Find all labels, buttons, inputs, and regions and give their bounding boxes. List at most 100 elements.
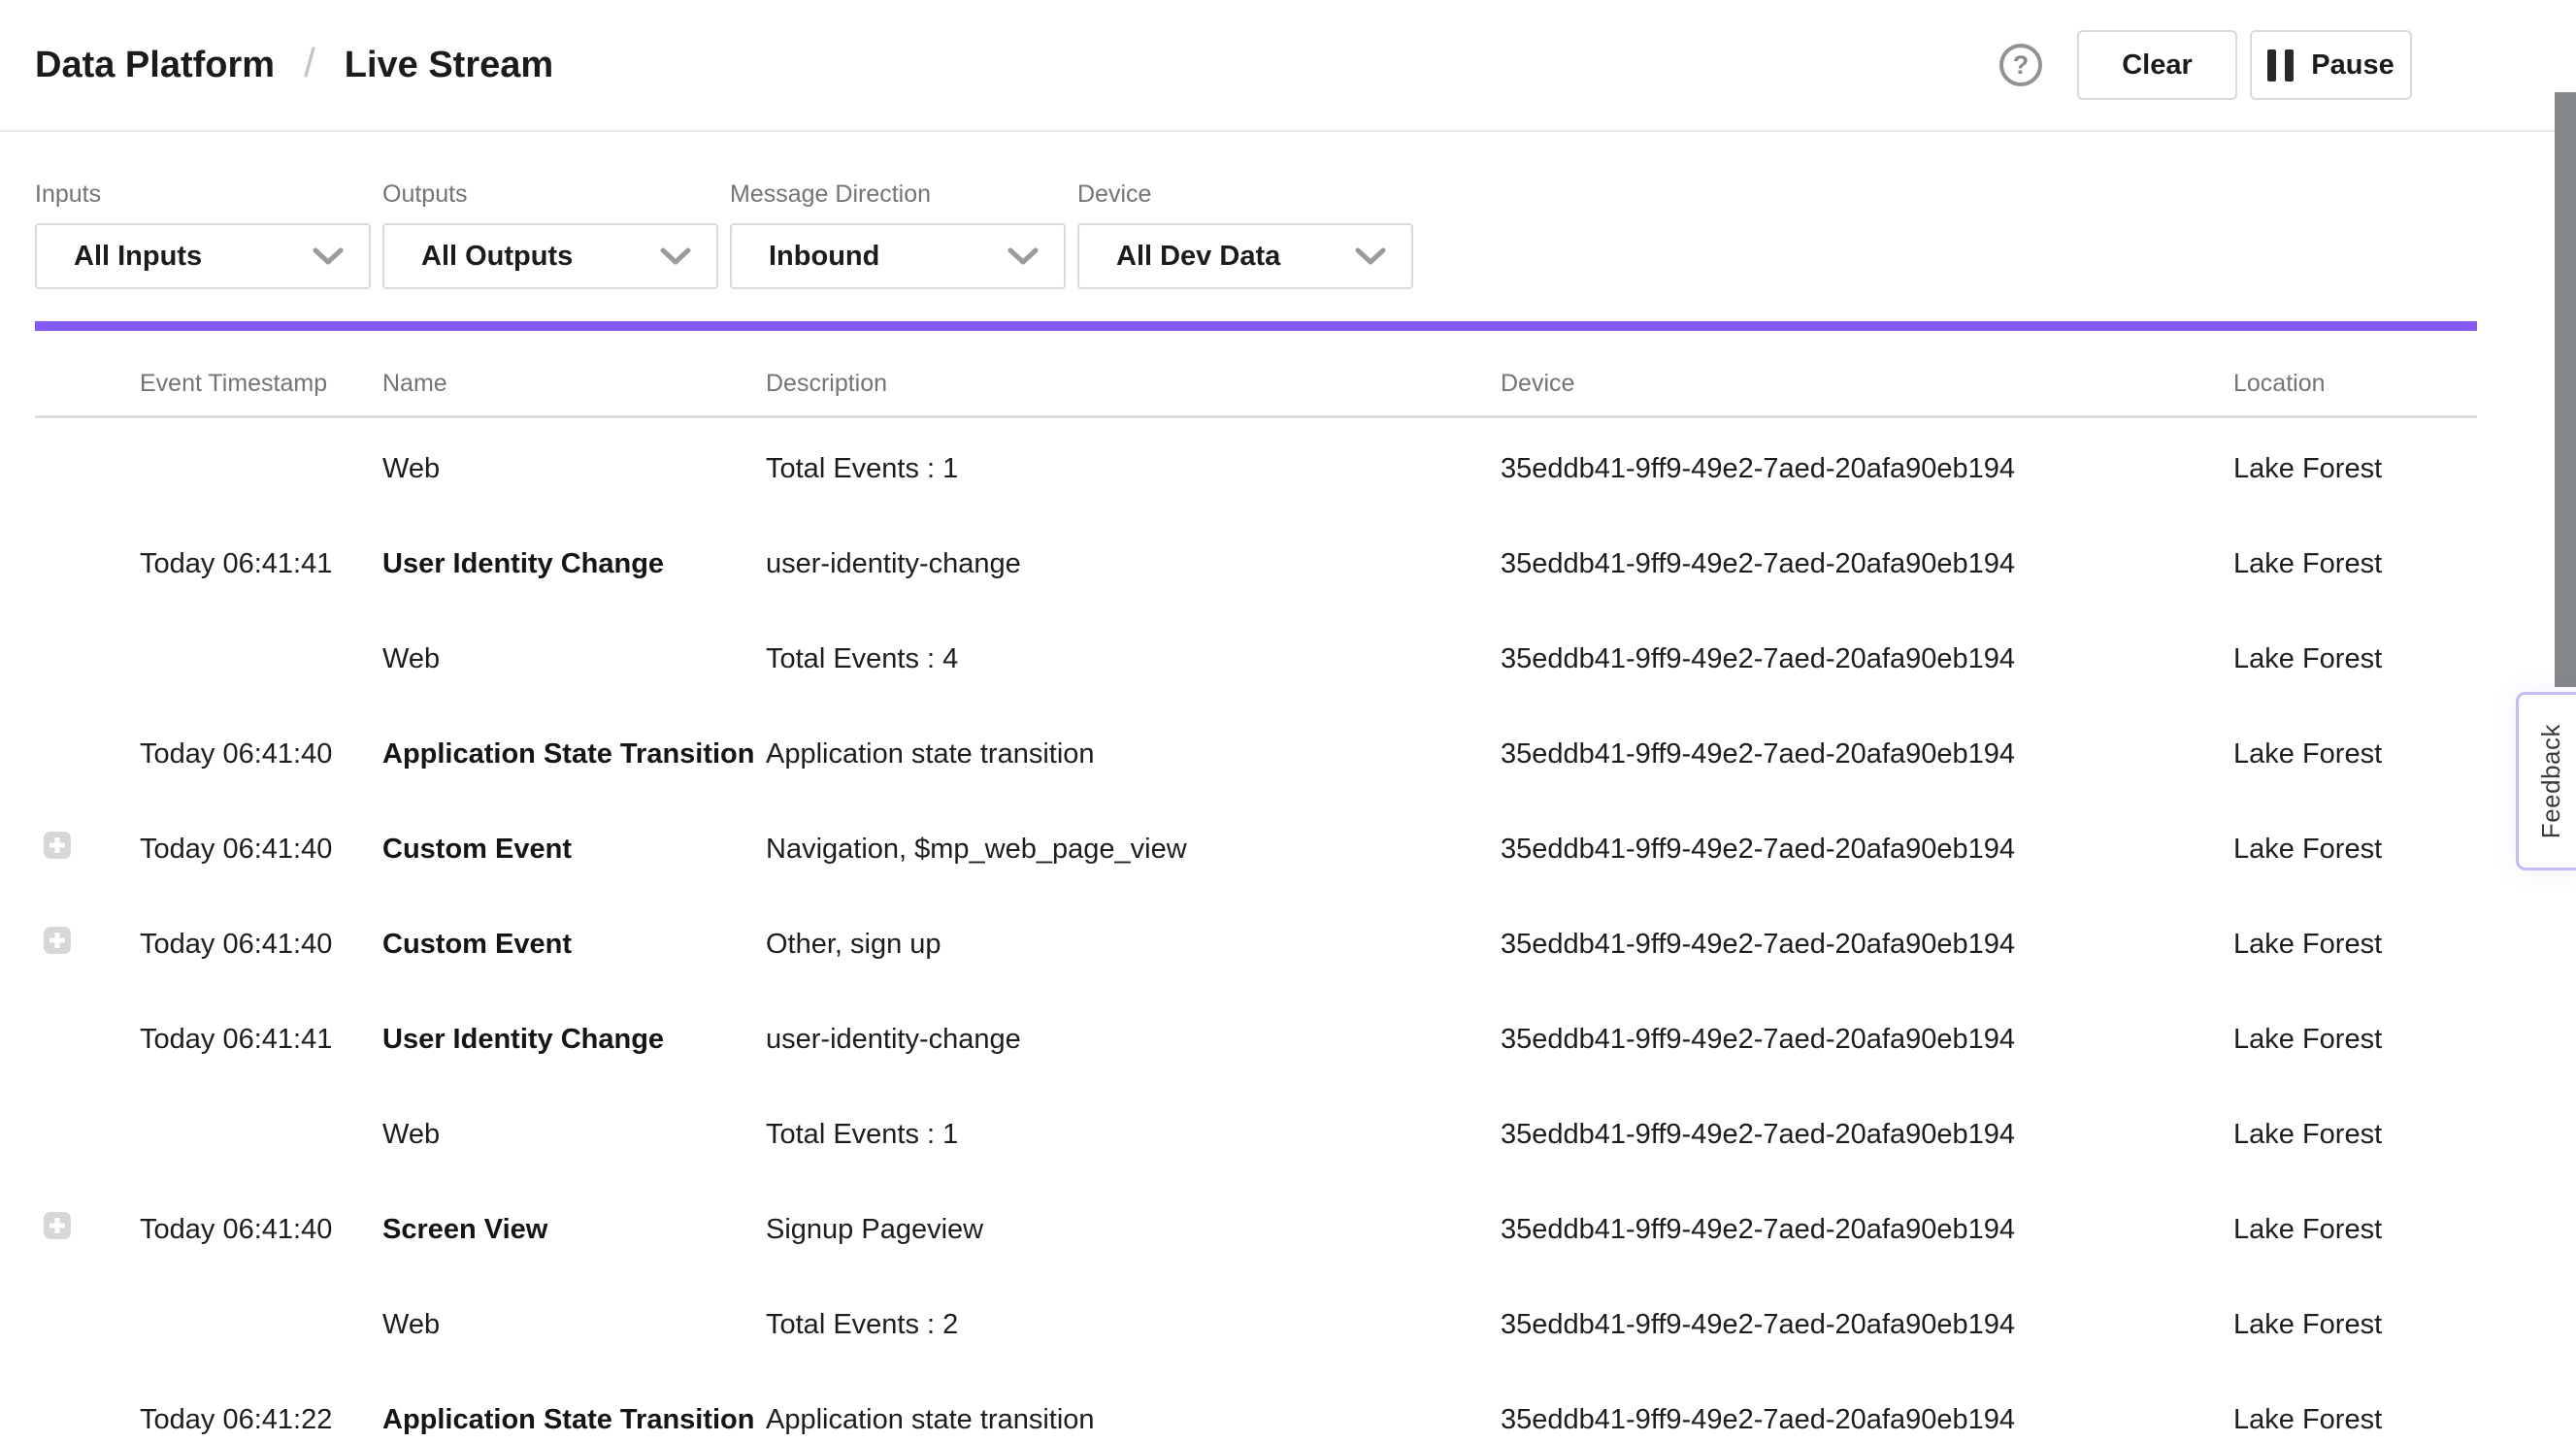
- event-location: Lake Forest: [2233, 1119, 2477, 1151]
- event-description: user-identity-change: [766, 548, 1501, 580]
- event-device-id: 35eddb41-9ff9-49e2-7aed-20afa90eb194: [1501, 1024, 2233, 1056]
- event-location: Lake Forest: [2233, 548, 2477, 580]
- event-timestamp: Today 06:41:41: [140, 548, 382, 580]
- expand-cell: [35, 1117, 140, 1152]
- table-header-row: Event Timestamp Name Description Device …: [35, 331, 2477, 418]
- stream-progress-bar: [35, 321, 2477, 331]
- expand-cell: [35, 1402, 140, 1437]
- column-header-name: Name: [382, 370, 766, 398]
- expand-row-button[interactable]: [44, 1212, 71, 1239]
- filter-device: Device All Dev Data: [1077, 180, 1413, 289]
- outputs-dropdown[interactable]: All Outputs: [382, 223, 718, 289]
- event-description: Navigation, $mp_web_page_view: [766, 834, 1501, 866]
- device-dropdown[interactable]: All Dev Data: [1077, 223, 1413, 289]
- event-name: Custom Event: [382, 834, 766, 866]
- live-stream-page: Data Platform / Live Stream ? Clear Paus…: [0, 0, 2576, 1442]
- expand-cell: [35, 451, 140, 486]
- message-direction-dropdown[interactable]: Inbound: [730, 223, 1066, 289]
- column-header-device: Device: [1501, 370, 2233, 398]
- event-timestamp: Today 06:41:41: [140, 1024, 382, 1056]
- table-row: Today 06:41:40 Custom Event Navigation, …: [35, 802, 2477, 897]
- expand-row-button[interactable]: [44, 927, 71, 954]
- expand-cell: [35, 832, 140, 867]
- chevron-down-icon: [1355, 246, 1386, 266]
- event-location: Lake Forest: [2233, 1309, 2477, 1341]
- device-dropdown-value: All Dev Data: [1116, 241, 1280, 273]
- table-row: Web Total Events : 4 35eddb41-9ff9-49e2-…: [35, 611, 2477, 706]
- filter-inputs-label: Inputs: [35, 180, 371, 209]
- column-header-event-timestamp: Event Timestamp: [140, 370, 382, 398]
- table-row: Today 06:41:40 Application State Transit…: [35, 706, 2477, 802]
- column-header-expand: [35, 370, 140, 398]
- event-device-id: 35eddb41-9ff9-49e2-7aed-20afa90eb194: [1501, 1119, 2233, 1151]
- event-location: Lake Forest: [2233, 1024, 2477, 1056]
- breadcrumb: Data Platform / Live Stream: [35, 42, 553, 88]
- header-actions: ? Clear Pause: [1999, 30, 2412, 100]
- event-location: Lake Forest: [2233, 453, 2477, 485]
- inputs-dropdown[interactable]: All Inputs: [35, 223, 371, 289]
- event-device-id: 35eddb41-9ff9-49e2-7aed-20afa90eb194: [1501, 738, 2233, 770]
- event-timestamp: Today 06:41:40: [140, 1214, 382, 1246]
- feedback-tab-label: Feedback: [2536, 724, 2566, 838]
- chevron-down-icon: [313, 246, 344, 266]
- event-description: Total Events : 1: [766, 1119, 1501, 1151]
- chevron-down-icon: [1007, 246, 1039, 266]
- filter-device-label: Device: [1077, 180, 1413, 209]
- event-name: Web: [382, 1309, 766, 1341]
- filter-inputs: Inputs All Inputs: [35, 180, 371, 289]
- expand-cell: [35, 927, 140, 962]
- event-timestamp: Today 06:41:40: [140, 834, 382, 866]
- event-device-id: 35eddb41-9ff9-49e2-7aed-20afa90eb194: [1501, 453, 2233, 485]
- event-device-id: 35eddb41-9ff9-49e2-7aed-20afa90eb194: [1501, 1214, 2233, 1246]
- event-location: Lake Forest: [2233, 929, 2477, 961]
- expand-row-button[interactable]: [44, 832, 71, 859]
- filters-bar: Inputs All Inputs Outputs All Outputs Me…: [0, 132, 2576, 289]
- event-timestamp: Today 06:41:40: [140, 738, 382, 770]
- event-name: Application State Transition: [382, 1404, 766, 1436]
- breadcrumb-live-stream: Live Stream: [345, 45, 553, 86]
- event-location: Lake Forest: [2233, 1404, 2477, 1436]
- event-device-id: 35eddb41-9ff9-49e2-7aed-20afa90eb194: [1501, 548, 2233, 580]
- breadcrumb-separator-icon: /: [304, 40, 315, 86]
- clear-button[interactable]: Clear: [2077, 30, 2237, 100]
- page-header: Data Platform / Live Stream ? Clear Paus…: [0, 0, 2576, 132]
- column-header-description: Description: [766, 370, 1501, 398]
- event-name: User Identity Change: [382, 1024, 766, 1056]
- event-description: user-identity-change: [766, 1024, 1501, 1056]
- event-location: Lake Forest: [2233, 738, 2477, 770]
- table-row: Web Total Events : 1 35eddb41-9ff9-49e2-…: [35, 421, 2477, 516]
- table-row: Web Total Events : 2 35eddb41-9ff9-49e2-…: [35, 1277, 2477, 1372]
- event-device-id: 35eddb41-9ff9-49e2-7aed-20afa90eb194: [1501, 1404, 2233, 1436]
- table-row: Today 06:41:41 User Identity Change user…: [35, 992, 2477, 1087]
- expand-cell: [35, 737, 140, 771]
- event-description: Signup Pageview: [766, 1214, 1501, 1246]
- event-device-id: 35eddb41-9ff9-49e2-7aed-20afa90eb194: [1501, 929, 2233, 961]
- pause-button[interactable]: Pause: [2250, 30, 2412, 100]
- help-icon[interactable]: ?: [1999, 44, 2042, 86]
- event-timestamp: Today 06:41:40: [140, 929, 382, 961]
- event-name: Web: [382, 1119, 766, 1151]
- event-location: Lake Forest: [2233, 1214, 2477, 1246]
- scrollbar[interactable]: [2555, 92, 2576, 687]
- table-body: Web Total Events : 1 35eddb41-9ff9-49e2-…: [35, 421, 2477, 1442]
- table-row: Today 06:41:41 User Identity Change user…: [35, 516, 2477, 611]
- expand-cell: [35, 1022, 140, 1057]
- event-name: Application State Transition: [382, 738, 766, 770]
- expand-cell: [35, 641, 140, 676]
- event-device-id: 35eddb41-9ff9-49e2-7aed-20afa90eb194: [1501, 1309, 2233, 1341]
- event-description: Total Events : 1: [766, 453, 1501, 485]
- event-name: Custom Event: [382, 929, 766, 961]
- breadcrumb-data-platform[interactable]: Data Platform: [35, 45, 275, 86]
- pause-button-label: Pause: [2311, 49, 2394, 82]
- inputs-dropdown-value: All Inputs: [74, 241, 202, 273]
- message-direction-dropdown-value: Inbound: [769, 241, 879, 273]
- event-name: User Identity Change: [382, 548, 766, 580]
- filter-message-direction-label: Message Direction: [730, 180, 1066, 209]
- column-header-location: Location: [2233, 370, 2477, 398]
- feedback-tab[interactable]: Feedback: [2516, 692, 2576, 870]
- pause-icon: [2267, 49, 2294, 82]
- table-row: Web Total Events : 1 35eddb41-9ff9-49e2-…: [35, 1087, 2477, 1182]
- filter-message-direction: Message Direction Inbound: [730, 180, 1066, 289]
- expand-cell: [35, 1307, 140, 1342]
- event-description: Total Events : 4: [766, 643, 1501, 675]
